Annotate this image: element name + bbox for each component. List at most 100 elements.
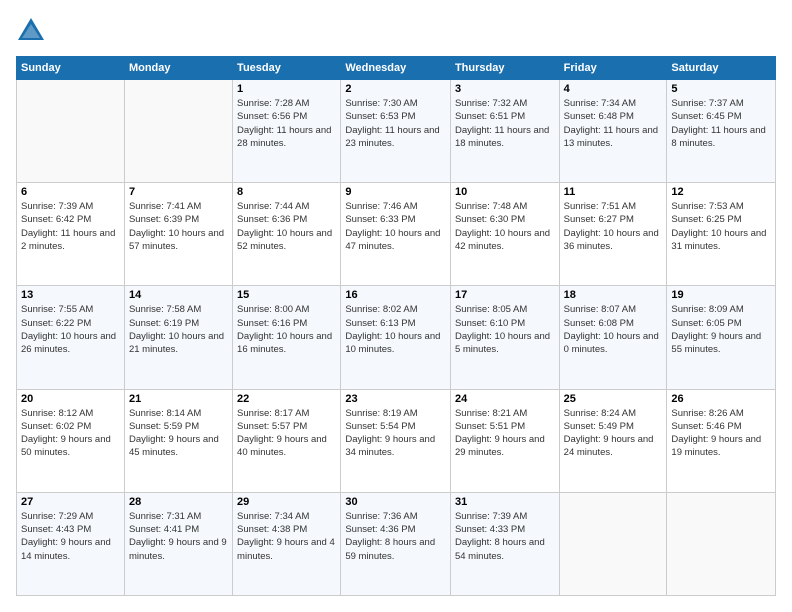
day-info: Sunrise: 7:48 AMSunset: 6:30 PMDaylight:…: [455, 200, 555, 253]
weekday-header: Thursday: [450, 57, 559, 80]
day-number: 11: [564, 186, 663, 198]
day-number: 27: [21, 496, 120, 508]
day-info: Sunrise: 7:32 AMSunset: 6:51 PMDaylight:…: [455, 97, 555, 150]
calendar-table: SundayMondayTuesdayWednesdayThursdayFrid…: [16, 56, 776, 596]
day-info: Sunrise: 7:39 AMSunset: 4:33 PMDaylight:…: [455, 510, 555, 563]
calendar-cell: 10 Sunrise: 7:48 AMSunset: 6:30 PMDayligh…: [450, 183, 559, 286]
day-info: Sunrise: 8:19 AMSunset: 5:54 PMDaylight:…: [345, 407, 446, 460]
day-number: 13: [21, 289, 120, 301]
calendar-week-row: 27 Sunrise: 7:29 AMSunset: 4:43 PMDayligh…: [17, 492, 776, 595]
day-info: Sunrise: 8:00 AMSunset: 6:16 PMDaylight:…: [237, 303, 336, 356]
day-info: Sunrise: 7:46 AMSunset: 6:33 PMDaylight:…: [345, 200, 446, 253]
day-number: 2: [345, 83, 446, 95]
calendar-cell: 31 Sunrise: 7:39 AMSunset: 4:33 PMDayligh…: [450, 492, 559, 595]
page: SundayMondayTuesdayWednesdayThursdayFrid…: [0, 0, 792, 612]
weekday-header: Tuesday: [233, 57, 341, 80]
calendar-cell: 24 Sunrise: 8:21 AMSunset: 5:51 PMDayligh…: [450, 389, 559, 492]
calendar-week-row: 6Sunrise: 7:39 AMSunset: 6:42 PMDaylight…: [17, 183, 776, 286]
calendar-cell: 15 Sunrise: 8:00 AMSunset: 6:16 PMDayligh…: [233, 286, 341, 389]
calendar-cell: 21 Sunrise: 8:14 AMSunset: 5:59 PMDayligh…: [124, 389, 232, 492]
day-number: 21: [129, 393, 228, 405]
calendar-cell: 17 Sunrise: 8:05 AMSunset: 6:10 PMDayligh…: [450, 286, 559, 389]
calendar-cell: 18 Sunrise: 8:07 AMSunset: 6:08 PMDayligh…: [559, 286, 667, 389]
calendar-cell: 20Sunrise: 8:12 AMSunset: 6:02 PMDayligh…: [17, 389, 125, 492]
day-info: Sunrise: 8:05 AMSunset: 6:10 PMDaylight:…: [455, 303, 555, 356]
day-number: 31: [455, 496, 555, 508]
day-info: Sunrise: 7:30 AMSunset: 6:53 PMDaylight:…: [345, 97, 446, 150]
day-info: Sunrise: 7:55 AMSunset: 6:22 PMDaylight:…: [21, 303, 120, 356]
day-number: 6: [21, 186, 120, 198]
day-number: 30: [345, 496, 446, 508]
day-number: 28: [129, 496, 228, 508]
day-number: 24: [455, 393, 555, 405]
day-number: 18: [564, 289, 663, 301]
calendar-cell: [667, 492, 776, 595]
weekday-header: Wednesday: [341, 57, 451, 80]
day-info: Sunrise: 8:21 AMSunset: 5:51 PMDaylight:…: [455, 407, 555, 460]
calendar-cell: 9 Sunrise: 7:46 AMSunset: 6:33 PMDaylight…: [341, 183, 451, 286]
day-number: 10: [455, 186, 555, 198]
calendar-cell: 22Sunrise: 8:17 AMSunset: 5:57 PMDayligh…: [233, 389, 341, 492]
calendar-cell: 3 Sunrise: 7:32 AMSunset: 6:51 PMDaylight…: [450, 80, 559, 183]
day-info: Sunrise: 7:37 AMSunset: 6:45 PMDaylight:…: [671, 97, 771, 150]
calendar-week-row: 20Sunrise: 8:12 AMSunset: 6:02 PMDayligh…: [17, 389, 776, 492]
day-info: Sunrise: 7:44 AMSunset: 6:36 PMDaylight:…: [237, 200, 336, 253]
day-info: Sunrise: 8:09 AMSunset: 6:05 PMDaylight:…: [671, 303, 771, 356]
day-number: 19: [671, 289, 771, 301]
calendar-cell: [559, 492, 667, 595]
day-info: Sunrise: 7:29 AMSunset: 4:43 PMDaylight:…: [21, 510, 120, 563]
day-number: 12: [671, 186, 771, 198]
calendar-cell: 23 Sunrise: 8:19 AMSunset: 5:54 PMDayligh…: [341, 389, 451, 492]
day-info: Sunrise: 8:07 AMSunset: 6:08 PMDaylight:…: [564, 303, 663, 356]
logo: [16, 16, 50, 46]
calendar-cell: 4 Sunrise: 7:34 AMSunset: 6:48 PMDaylight…: [559, 80, 667, 183]
day-number: 17: [455, 289, 555, 301]
day-number: 15: [237, 289, 336, 301]
day-number: 22: [237, 393, 336, 405]
weekday-header: Friday: [559, 57, 667, 80]
day-number: 25: [564, 393, 663, 405]
day-info: Sunrise: 8:14 AMSunset: 5:59 PMDaylight:…: [129, 407, 228, 460]
calendar-cell: 14 Sunrise: 7:58 AMSunset: 6:19 PMDayligh…: [124, 286, 232, 389]
calendar-cell: 6Sunrise: 7:39 AMSunset: 6:42 PMDaylight…: [17, 183, 125, 286]
day-info: Sunrise: 7:36 AMSunset: 4:36 PMDaylight:…: [345, 510, 446, 563]
weekday-header: Sunday: [17, 57, 125, 80]
day-number: 14: [129, 289, 228, 301]
calendar-week-row: 13 Sunrise: 7:55 AMSunset: 6:22 PMDayligh…: [17, 286, 776, 389]
day-info: Sunrise: 8:26 AMSunset: 5:46 PMDaylight:…: [671, 407, 771, 460]
day-info: Sunrise: 7:28 AMSunset: 6:56 PMDaylight:…: [237, 97, 336, 150]
day-number: 3: [455, 83, 555, 95]
day-number: 4: [564, 83, 663, 95]
day-number: 26: [671, 393, 771, 405]
calendar-cell: 28 Sunrise: 7:31 AMSunset: 4:41 PMDayligh…: [124, 492, 232, 595]
day-number: 5: [671, 83, 771, 95]
calendar-cell: 29 Sunrise: 7:34 AMSunset: 4:38 PMDayligh…: [233, 492, 341, 595]
day-info: Sunrise: 7:58 AMSunset: 6:19 PMDaylight:…: [129, 303, 228, 356]
day-info: Sunrise: 8:12 AMSunset: 6:02 PMDaylight:…: [21, 407, 120, 460]
day-info: Sunrise: 7:31 AMSunset: 4:41 PMDaylight:…: [129, 510, 228, 563]
calendar-cell: 11Sunrise: 7:51 AMSunset: 6:27 PMDayligh…: [559, 183, 667, 286]
calendar-cell: 8 Sunrise: 7:44 AMSunset: 6:36 PMDaylight…: [233, 183, 341, 286]
calendar-cell: [17, 80, 125, 183]
calendar-cell: 19 Sunrise: 8:09 AMSunset: 6:05 PMDayligh…: [667, 286, 776, 389]
day-info: Sunrise: 7:34 AMSunset: 6:48 PMDaylight:…: [564, 97, 663, 150]
calendar-header-row: SundayMondayTuesdayWednesdayThursdayFrid…: [17, 57, 776, 80]
day-number: 29: [237, 496, 336, 508]
calendar-cell: 7Sunrise: 7:41 AMSunset: 6:39 PMDaylight…: [124, 183, 232, 286]
day-number: 16: [345, 289, 446, 301]
day-number: 8: [237, 186, 336, 198]
calendar-cell: 1Sunrise: 7:28 AMSunset: 6:56 PMDaylight…: [233, 80, 341, 183]
calendar-cell: 26 Sunrise: 8:26 AMSunset: 5:46 PMDayligh…: [667, 389, 776, 492]
calendar-week-row: 1Sunrise: 7:28 AMSunset: 6:56 PMDaylight…: [17, 80, 776, 183]
day-number: 9: [345, 186, 446, 198]
day-info: Sunrise: 7:41 AMSunset: 6:39 PMDaylight:…: [129, 200, 228, 253]
calendar-cell: [124, 80, 232, 183]
calendar-cell: 13 Sunrise: 7:55 AMSunset: 6:22 PMDayligh…: [17, 286, 125, 389]
day-info: Sunrise: 7:34 AMSunset: 4:38 PMDaylight:…: [237, 510, 336, 563]
calendar-cell: 16Sunrise: 8:02 AMSunset: 6:13 PMDayligh…: [341, 286, 451, 389]
weekday-header: Saturday: [667, 57, 776, 80]
day-info: Sunrise: 7:53 AMSunset: 6:25 PMDaylight:…: [671, 200, 771, 253]
calendar-cell: 12 Sunrise: 7:53 AMSunset: 6:25 PMDayligh…: [667, 183, 776, 286]
day-number: 23: [345, 393, 446, 405]
logo-icon: [16, 16, 46, 46]
